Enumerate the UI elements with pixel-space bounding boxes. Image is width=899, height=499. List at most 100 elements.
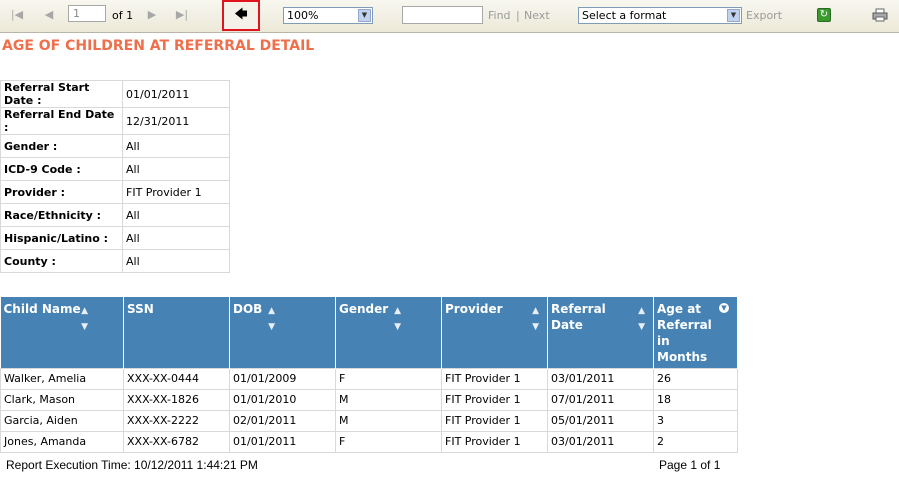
print-icon[interactable] bbox=[872, 8, 888, 22]
param-row: Race/Ethnicity : All bbox=[0, 203, 230, 227]
execution-time: Report Execution Time: 10/12/2011 1:44:2… bbox=[6, 458, 258, 472]
cell-referral-date: 07/01/2011 bbox=[547, 388, 654, 411]
param-label: Provider : bbox=[0, 180, 123, 204]
param-label: Referral Start Date : bbox=[0, 80, 123, 108]
table-row: Garcia, Aiden XXX-XX-2222 02/01/2011 M F… bbox=[0, 409, 738, 432]
param-value: All bbox=[122, 203, 230, 227]
column-header-label: Gender bbox=[339, 302, 389, 316]
param-label: Race/Ethnicity : bbox=[0, 203, 123, 227]
chevron-down-icon: ▼ bbox=[727, 9, 740, 22]
page-info: Page 1 of 1 bbox=[659, 458, 721, 472]
cell-dob: 01/01/2011 bbox=[229, 430, 336, 453]
param-value: All bbox=[122, 134, 230, 158]
report-toolbar: |◀ ◀ 1 of 1 ▶ ▶| 🡄 100% ▼ Find | Next Se… bbox=[0, 0, 899, 33]
sort-icon[interactable]: ▲ ▼ bbox=[532, 303, 539, 335]
param-value: All bbox=[122, 157, 230, 181]
export-link[interactable]: Export bbox=[746, 9, 782, 22]
cell-child-name: Garcia, Aiden bbox=[0, 409, 124, 432]
cell-gender: M bbox=[335, 409, 442, 432]
cell-provider: FIT Provider 1 bbox=[441, 367, 548, 390]
param-row: ICD-9 Code : All bbox=[0, 157, 230, 181]
page-number-input[interactable]: 1 bbox=[68, 5, 106, 22]
first-page-icon[interactable]: |◀ bbox=[10, 8, 24, 22]
export-format-value: Select a format bbox=[582, 9, 667, 22]
sort-icon[interactable]: ▲ ▼ bbox=[638, 303, 645, 335]
cell-ssn: XXX-XX-2222 bbox=[123, 409, 230, 432]
cell-age-months: 3 bbox=[653, 409, 738, 432]
param-label: ICD-9 Code : bbox=[0, 157, 123, 181]
param-row: Gender : All bbox=[0, 134, 230, 158]
column-header-dob[interactable]: DOB ▲ ▼ bbox=[229, 297, 336, 368]
param-row: Hispanic/Latino : All bbox=[0, 226, 230, 250]
table-row: Jones, Amanda XXX-XX-6782 01/01/2011 F F… bbox=[0, 430, 738, 453]
chevron-down-icon: ▼ bbox=[358, 9, 371, 22]
column-header-child-name[interactable]: Child Name ▲ ▼ bbox=[0, 297, 124, 368]
cell-gender: M bbox=[335, 388, 442, 411]
cell-age-months: 18 bbox=[653, 388, 738, 411]
cell-child-name: Jones, Amanda bbox=[0, 430, 124, 453]
table-row: Clark, Mason XXX-XX-1826 01/01/2010 M FI… bbox=[0, 388, 738, 411]
find-link[interactable]: Find bbox=[488, 9, 511, 22]
column-header-gender[interactable]: Gender ▲ ▼ bbox=[335, 297, 442, 368]
cell-gender: F bbox=[335, 367, 442, 390]
results-table: Child Name ▲ ▼ SSN DOB ▲ ▼ Gender ▲ ▼ Provider… bbox=[0, 297, 738, 453]
export-format-select[interactable]: Select a format ▼ bbox=[578, 7, 742, 24]
cell-child-name: Walker, Amelia bbox=[0, 367, 124, 390]
cell-referral-date: 05/01/2011 bbox=[547, 409, 654, 432]
sort-icon[interactable]: ▲ ▼ bbox=[268, 303, 275, 335]
column-header-referral-date[interactable]: Referral Date ▲ ▼ bbox=[547, 297, 654, 368]
param-value: All bbox=[122, 249, 230, 273]
cell-age-months: 2 bbox=[653, 430, 738, 453]
param-label: Gender : bbox=[0, 134, 123, 158]
report-title: AGE OF CHILDREN AT REFERRAL DETAIL bbox=[2, 38, 315, 54]
cell-provider: FIT Provider 1 bbox=[441, 409, 548, 432]
param-value: FIT Provider 1 bbox=[122, 180, 230, 204]
previous-page-icon[interactable]: ◀ bbox=[42, 8, 56, 22]
sort-icon[interactable]: ▲ ▼ bbox=[394, 303, 401, 335]
back-to-parent-button[interactable]: 🡄 bbox=[222, 0, 260, 31]
last-page-icon[interactable]: ▶| bbox=[175, 8, 189, 22]
cell-ssn: XXX-XX-1826 bbox=[123, 388, 230, 411]
header-row: Child Name ▲ ▼ SSN DOB ▲ ▼ Gender ▲ ▼ Provider… bbox=[0, 297, 738, 368]
param-row: County : All bbox=[0, 249, 230, 273]
param-label: Hispanic/Latino : bbox=[0, 226, 123, 250]
cell-gender: F bbox=[335, 430, 442, 453]
param-value: All bbox=[122, 226, 230, 250]
param-label: County : bbox=[0, 249, 123, 273]
column-header-label: DOB bbox=[233, 302, 263, 316]
column-header-ssn[interactable]: SSN bbox=[123, 297, 230, 368]
cell-provider: FIT Provider 1 bbox=[441, 388, 548, 411]
cell-dob: 02/01/2011 bbox=[229, 409, 336, 432]
sort-icon[interactable]: ▲ ▼ bbox=[81, 303, 88, 335]
param-row: Provider : FIT Provider 1 bbox=[0, 180, 230, 204]
param-label: Referral End Date : bbox=[0, 107, 123, 135]
page-count-label: of 1 bbox=[112, 9, 134, 22]
param-value: 01/01/2011 bbox=[122, 80, 230, 108]
cell-referral-date: 03/01/2011 bbox=[547, 367, 654, 390]
sort-descending-icon[interactable]: ▼ bbox=[719, 303, 729, 313]
next-link[interactable]: Next bbox=[524, 9, 550, 22]
next-page-icon[interactable]: ▶ bbox=[145, 8, 159, 22]
cell-dob: 01/01/2009 bbox=[229, 367, 336, 390]
zoom-value: 100% bbox=[287, 9, 319, 22]
param-value: 12/31/2011 bbox=[122, 107, 230, 135]
refresh-icon[interactable]: ↻ bbox=[817, 8, 831, 22]
column-header-label: Referral Date bbox=[551, 302, 606, 332]
parameters-table: Referral Start Date : 01/01/2011 Referra… bbox=[0, 80, 230, 273]
cell-child-name: Clark, Mason bbox=[0, 388, 124, 411]
cell-provider: FIT Provider 1 bbox=[441, 430, 548, 453]
cell-ssn: XXX-XX-6782 bbox=[123, 430, 230, 453]
column-header-label: Provider bbox=[445, 302, 503, 316]
cell-ssn: XXX-XX-0444 bbox=[123, 367, 230, 390]
back-arrow-icon: 🡄 bbox=[234, 6, 248, 22]
cell-dob: 01/01/2010 bbox=[229, 388, 336, 411]
column-header-label: Child Name bbox=[3, 302, 81, 316]
column-header-age-months[interactable]: Age at Referral in Months ▼ bbox=[653, 297, 738, 368]
column-header-provider[interactable]: Provider ▲ ▼ bbox=[441, 297, 548, 368]
find-next-separator: | bbox=[516, 9, 520, 22]
cell-age-months: 26 bbox=[653, 367, 738, 390]
column-header-label: SSN bbox=[127, 302, 154, 316]
zoom-select[interactable]: 100% ▼ bbox=[283, 7, 373, 24]
find-text-input[interactable] bbox=[402, 6, 483, 24]
table-row: Walker, Amelia XXX-XX-0444 01/01/2009 F … bbox=[0, 367, 738, 390]
